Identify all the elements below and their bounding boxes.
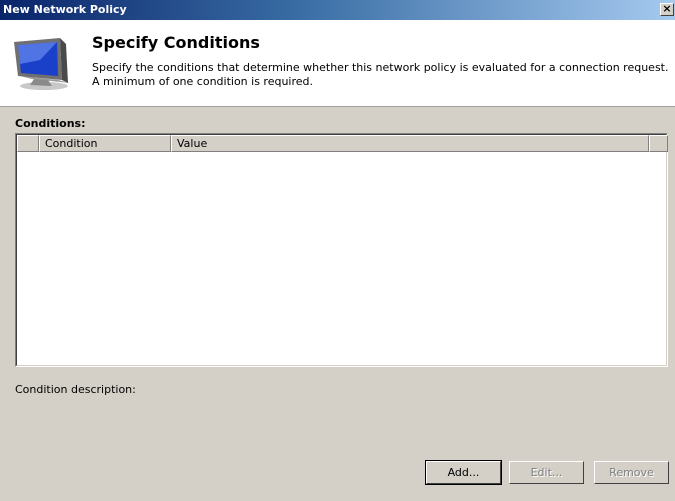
column-header-condition[interactable]: Condition [39, 135, 171, 152]
conditions-label: Conditions: [15, 117, 86, 130]
list-header: Condition Value [17, 135, 668, 152]
condition-description-label: Condition description: [15, 383, 136, 396]
close-icon: × [662, 2, 672, 15]
monitor-icon [14, 38, 70, 90]
title-bar: New Network Policy × [0, 0, 675, 20]
column-header-value[interactable]: Value [171, 135, 649, 152]
add-button[interactable]: Add... [425, 460, 502, 485]
edit-button[interactable]: Edit... [509, 461, 584, 484]
wizard-header: Specify Conditions Specify the condition… [0, 20, 675, 107]
remove-button[interactable]: Remove [594, 461, 669, 484]
column-header-select[interactable] [17, 135, 39, 152]
column-header-filler [649, 135, 668, 152]
window-title: New Network Policy [3, 3, 127, 16]
close-button[interactable]: × [660, 3, 674, 16]
page-description: Specify the conditions that determine wh… [92, 61, 669, 88]
page-title: Specify Conditions [92, 33, 260, 52]
conditions-list[interactable]: Condition Value [15, 133, 668, 367]
